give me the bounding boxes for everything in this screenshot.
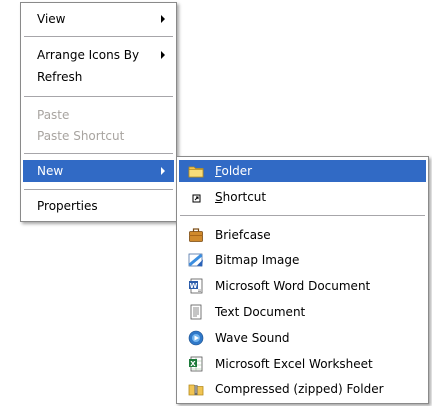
- menu-separator: [24, 36, 173, 37]
- menu-separator: [24, 189, 173, 190]
- bitmap-icon: [188, 253, 203, 267]
- compressed-folder-label: Compressed (zipped) Folder: [215, 382, 384, 396]
- submenu-arrow-icon: [161, 167, 165, 175]
- menu-separator: [180, 215, 425, 216]
- text-document-icon: [190, 304, 202, 320]
- submenu-item-wave-sound[interactable]: Wave Sound: [179, 327, 426, 349]
- menu-item-properties[interactable]: Properties: [23, 195, 174, 217]
- text-document-label: Text Document: [215, 305, 306, 319]
- excel-worksheet-label: Microsoft Excel Worksheet: [215, 357, 373, 371]
- menu-item-paste-label: Paste: [37, 108, 70, 122]
- submenu-item-compressed-folder[interactable]: Compressed (zipped) Folder: [179, 378, 426, 400]
- menu-item-properties-label: Properties: [37, 199, 98, 213]
- menu-item-view-label: View: [37, 12, 66, 26]
- desktop-context-menu: View Arrange Icons By Refresh Paste Past…: [20, 2, 177, 222]
- folder-icon: [188, 166, 204, 178]
- menu-item-new[interactable]: New: [23, 160, 174, 182]
- menu-item-view[interactable]: View: [23, 8, 174, 30]
- briefcase-icon: [189, 228, 203, 242]
- zip-folder-icon: [188, 384, 204, 396]
- menu-item-arrange-icons-by[interactable]: Arrange Icons By: [23, 44, 174, 66]
- menu-separator: [24, 153, 173, 154]
- word-icon: W: [189, 278, 203, 294]
- bitmap-image-label: Bitmap Image: [215, 253, 300, 267]
- menu-item-refresh[interactable]: Refresh: [23, 66, 174, 88]
- wave-sound-label: Wave Sound: [215, 331, 290, 345]
- shortcut-label-rest: hortcut: [222, 190, 267, 204]
- menu-item-new-label: New: [37, 164, 64, 178]
- submenu-item-text-document[interactable]: Text Document: [179, 301, 426, 323]
- menu-item-paste-shortcut: Paste Shortcut: [23, 125, 174, 147]
- folder-label-rest: older: [221, 164, 253, 178]
- svg-text:X: X: [190, 360, 196, 368]
- new-submenu: Folder Shortcut Briefcase Bitmap Image W: [176, 156, 429, 404]
- menu-separator: [24, 96, 173, 97]
- shortcut-icon: [192, 194, 201, 203]
- menu-item-arrange-icons-by-label: Arrange Icons By: [37, 48, 140, 62]
- submenu-item-shortcut[interactable]: Shortcut: [179, 186, 426, 208]
- submenu-item-briefcase[interactable]: Briefcase: [179, 224, 426, 246]
- svg-text:W: W: [190, 282, 198, 290]
- menu-item-paste: Paste: [23, 104, 174, 126]
- wave-sound-icon: [188, 330, 204, 346]
- menu-item-paste-shortcut-label: Paste Shortcut: [37, 129, 125, 143]
- word-document-label: Microsoft Word Document: [215, 279, 371, 293]
- submenu-arrow-icon: [161, 15, 165, 23]
- submenu-arrow-icon: [161, 51, 165, 59]
- menu-item-refresh-label: Refresh: [37, 70, 83, 84]
- submenu-item-folder[interactable]: Folder: [179, 160, 426, 182]
- shortcut-accelerator: S: [215, 190, 223, 204]
- excel-icon: X: [189, 356, 203, 372]
- submenu-item-word-document[interactable]: W Microsoft Word Document: [179, 275, 426, 297]
- submenu-item-bitmap-image[interactable]: Bitmap Image: [179, 249, 426, 271]
- submenu-item-excel-worksheet[interactable]: X Microsoft Excel Worksheet: [179, 353, 426, 375]
- briefcase-label: Briefcase: [215, 228, 271, 242]
